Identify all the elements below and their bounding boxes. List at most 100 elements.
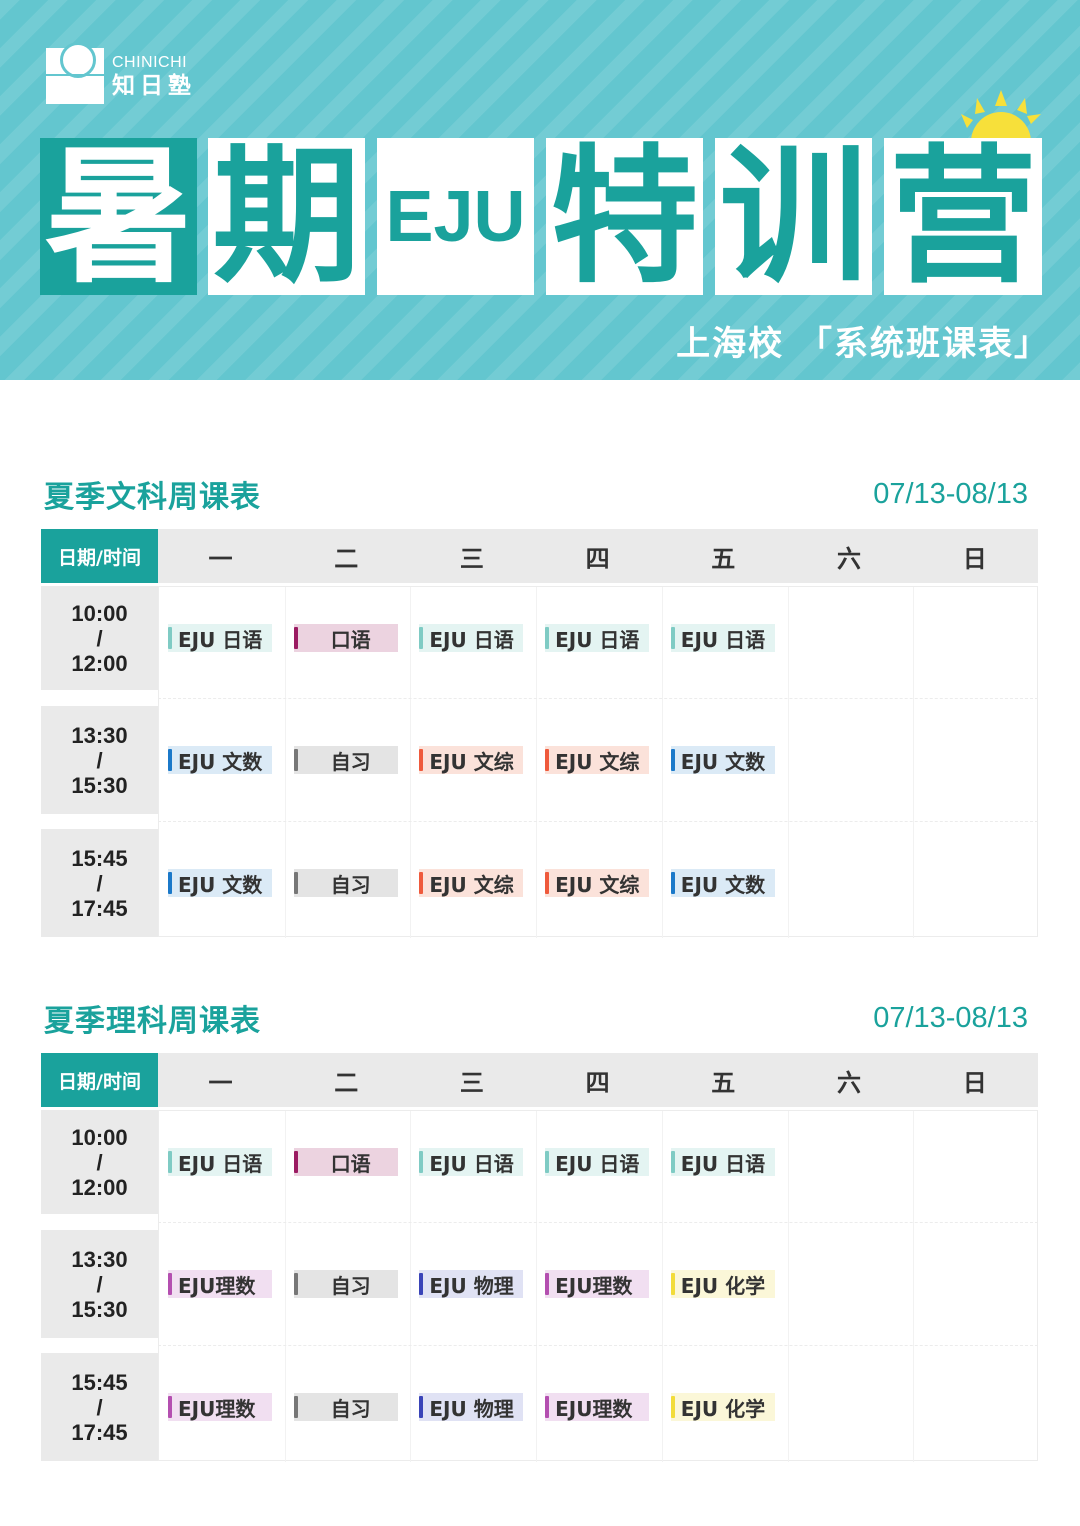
schedule-row: 10:00/12:00 EJU 日语 口语 EJU 日语 EJU 日语 EJU 日语: [41, 586, 1038, 690]
course-color-bar: [545, 749, 550, 771]
time-end: 15:30: [71, 1296, 128, 1322]
grid-row-divider: [158, 1222, 1038, 1223]
header-weekday: 四: [585, 1068, 610, 1097]
header-weekday: 三: [459, 1068, 484, 1097]
course-tag: EJU 日语: [419, 624, 524, 652]
schedule-row: 15:45/17:45 EJU理数 自习 EJU 物理 EJU理数 EJU 化学: [41, 1353, 1038, 1461]
course-tag: EJU 文综: [545, 869, 650, 897]
course-label: EJU 文数: [680, 749, 766, 774]
course-label: EJU 日语: [680, 1151, 766, 1176]
course-color-bar: [545, 872, 550, 894]
time-start: 15:45: [71, 1369, 128, 1395]
course-label: EJU理数: [178, 1273, 256, 1298]
course-label: EJU 日语: [555, 1151, 640, 1176]
title-char: EJU: [377, 138, 534, 295]
course-tag: EJU理数: [168, 1393, 272, 1421]
title-row: 暑 期 EJU 特 训 营: [40, 138, 1042, 295]
course-tag: EJU 文数: [168, 746, 272, 774]
schedule-row: 13:30/15:30 EJU 文数 自习 EJU 文综 EJU 文综 EJU 文数: [41, 706, 1038, 814]
course-color-bar: [545, 1396, 550, 1418]
header-weekday: 五: [711, 544, 736, 573]
course-color-bar: [545, 627, 550, 649]
course-tag: EJU 物理: [419, 1393, 524, 1421]
course-color-bar: [419, 627, 424, 649]
course-color-bar: [419, 1151, 424, 1173]
course-color-bar: [168, 1273, 172, 1295]
course-tag: EJU 化学: [670, 1393, 775, 1421]
course-tag: EJU理数: [168, 1270, 272, 1298]
title-char: 暑: [40, 138, 197, 295]
course-color-bar: [293, 627, 298, 649]
title-char: 训: [715, 138, 872, 295]
course-label: 自习: [330, 872, 371, 897]
time-end: 12:00: [71, 650, 128, 676]
time-separator: /: [96, 1271, 103, 1297]
course-tag: EJU 文综: [419, 746, 524, 774]
title-char: 期: [208, 138, 365, 295]
brand-name-en: CHINICHI: [112, 53, 188, 71]
course-tag: EJU 日语: [670, 624, 775, 652]
course-color-bar: [293, 749, 298, 771]
course-color-bar: [670, 1273, 675, 1295]
time-end: 15:30: [71, 772, 128, 798]
header-weekday: 六: [837, 544, 861, 573]
brand-logo: CHINICHI 知日塾: [46, 42, 196, 104]
course-color-bar: [293, 1151, 298, 1173]
schedule-table: 日期/时间一二三四五六日 10:00/12:00 EJU 日语 口语 EJU 日语 EJU…: [41, 529, 1038, 938]
course-label: EJU 文综: [429, 872, 514, 897]
course-label: EJU 文综: [555, 749, 640, 774]
time-cell: 10:00/12:00: [41, 1110, 158, 1214]
course-label: EJU 物理: [429, 1273, 514, 1298]
course-label: EJU 化学: [680, 1396, 766, 1421]
course-color-bar: [670, 872, 675, 894]
course-tag: EJU 日语: [168, 624, 272, 652]
course-color-bar: [670, 1396, 675, 1418]
header-banner: CHINICHI 知日塾 暑 期 EJU 特 训 营 上海校 「系统班课表」: [0, 0, 1080, 380]
course-label: EJU 文综: [555, 872, 640, 897]
course-tag: 自习: [293, 869, 398, 897]
course-tag: EJU 日语: [545, 1148, 650, 1176]
course-label: 自习: [330, 1273, 371, 1298]
course-color-bar: [168, 749, 172, 771]
header-weekday: 一: [208, 1068, 233, 1097]
course-color-bar: [670, 749, 675, 771]
time-separator: /: [96, 1394, 103, 1420]
header-weekday: 日: [962, 544, 987, 573]
table-header: 日期/时间 一 二 三 四 五 六 日: [41, 529, 1038, 583]
course-label: EJU 日语: [429, 627, 514, 652]
schedule-row: 10:00/12:00 EJU 日语 口语 EJU 日语 EJU 日语 EJU 日语: [41, 1110, 1038, 1214]
course-label: EJU 文综: [429, 749, 514, 774]
header-weekday: 五: [711, 1068, 736, 1097]
course-color-bar: [419, 1396, 424, 1418]
section-date-range: 07/13-08/13: [873, 478, 1028, 510]
table-header: 日期/时间 一 二 三 四 五 六 日: [41, 1053, 1038, 1107]
course-color-bar: [670, 1151, 675, 1173]
course-color-bar: [168, 1396, 172, 1418]
course-label: EJU 文数: [680, 872, 766, 897]
course-tag: 自习: [293, 1270, 398, 1298]
grid-row-divider: [158, 1345, 1038, 1346]
course-tag: EJU理数: [545, 1270, 650, 1298]
course-color-bar: [293, 872, 298, 894]
time-end: 12:00: [71, 1174, 128, 1200]
time-end: 17:45: [71, 1419, 128, 1445]
course-label: EJU 日语: [555, 627, 640, 652]
header-date-time-label: 日期/时间: [41, 529, 158, 583]
brand-name-cn: 知日塾: [112, 72, 196, 99]
course-label: 口语: [330, 1151, 371, 1176]
time-cell: 15:45/17:45: [41, 1353, 158, 1461]
logo-mark-icon: [46, 42, 104, 104]
course-color-bar: [168, 872, 172, 894]
course-label: EJU 日语: [178, 1151, 263, 1176]
course-label: EJU 日语: [178, 627, 263, 652]
course-tag: EJU 文数: [670, 746, 775, 774]
section-title: 夏季文科周课表: [44, 480, 261, 515]
course-color-bar: [168, 1151, 172, 1173]
schedule-table: 日期/时间一二三四五六日 10:00/12:00 EJU 日语 口语 EJU 日语 EJU…: [41, 1053, 1038, 1462]
course-label: 自习: [330, 749, 371, 774]
page-subtitle: 上海校 「系统班课表」: [676, 324, 1050, 364]
time-separator: /: [96, 1149, 103, 1175]
course-tag: 自习: [293, 1393, 398, 1421]
time-cell: 13:30/15:30: [41, 1230, 158, 1338]
course-color-bar: [168, 627, 172, 649]
